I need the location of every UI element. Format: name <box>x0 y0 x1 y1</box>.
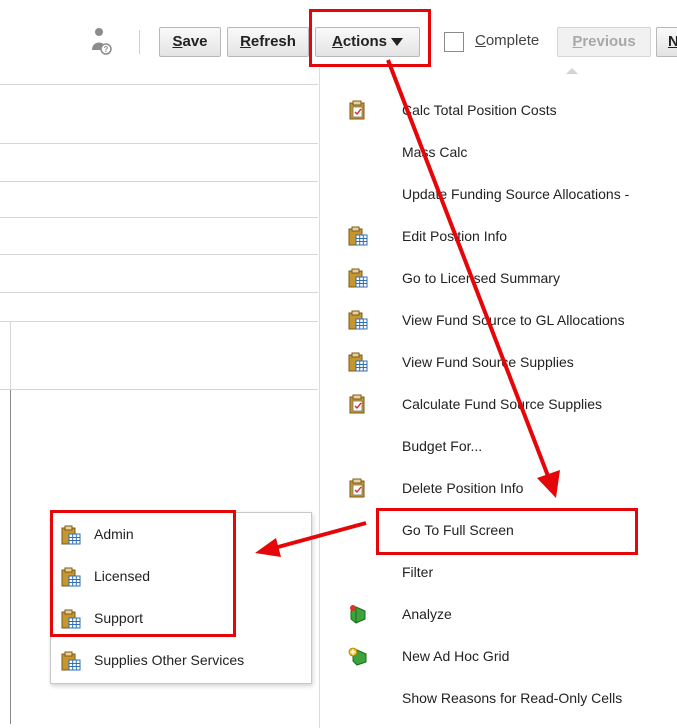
menu-item-label: Analyze <box>402 606 452 622</box>
annotation-box-full-screen <box>376 508 638 555</box>
menu-item-label: Delete Position Info <box>402 480 524 496</box>
complete-checkbox[interactable] <box>444 32 464 52</box>
refresh-label: efresh <box>250 33 296 50</box>
panel-border <box>10 322 11 390</box>
menu-item-label: Mass Calc <box>402 144 468 160</box>
menu-item-delete-position-info[interactable]: Delete Position Info <box>320 467 677 509</box>
annotation-box-submenu <box>50 510 236 637</box>
menu-item-filter[interactable]: Filter <box>320 551 677 593</box>
complete-label-rest: omplete <box>485 32 540 49</box>
annotation-box-actions <box>309 9 431 67</box>
svg-text:?: ? <box>104 45 109 54</box>
calc-rule-icon <box>348 100 368 120</box>
menu-item-calculate-fund-source-supplies[interactable]: Calculate Fund Source Supplies <box>320 383 677 425</box>
menu-item-show-reasons-for-read-only-cells[interactable]: Show Reasons for Read-Only Cells <box>320 677 677 719</box>
refresh-button[interactable]: Refresh <box>227 27 309 57</box>
menu-item-label: Calc Total Position Costs <box>402 102 557 118</box>
menu-item-edit-position-info[interactable]: Edit Position Info <box>320 215 677 257</box>
menu-item-label: Go to Licensed Summary <box>402 270 560 286</box>
menu-item-label: View Fund Source to GL Allocations <box>402 312 625 328</box>
panel-divider <box>0 84 318 85</box>
menu-item-label: Supplies Other Services <box>94 652 245 668</box>
previous-button[interactable]: Previous <box>557 27 651 57</box>
panel-divider <box>0 143 318 144</box>
menu-item-label: View Fund Source Supplies <box>402 354 574 370</box>
refresh-accesskey: R <box>240 33 251 50</box>
panel-border <box>10 390 11 724</box>
save-accesskey: S <box>172 33 183 50</box>
form-icon <box>61 651 81 671</box>
panel-divider <box>0 321 318 322</box>
menu-item-new-ad-hoc-grid[interactable]: New Ad Hoc Grid <box>320 635 677 677</box>
calc-rule-icon <box>348 478 368 498</box>
calc-rule-icon <box>348 394 368 414</box>
menu-item-analyze[interactable]: Analyze <box>320 593 677 635</box>
panel-divider <box>0 217 318 218</box>
menu-item-label: Show Reasons for Read-Only Cells <box>402 690 623 706</box>
menu-item-label: Update Funding Source Allocations - <box>402 186 630 202</box>
menu-item-label: Calculate Fund Source Supplies <box>402 396 603 412</box>
menu-item-mass-calc[interactable]: Mass Calc <box>320 131 677 173</box>
menu-item-view-fund-source-to-gl-allocations[interactable]: View Fund Source to GL Allocations <box>320 299 677 341</box>
previous-label: revious <box>582 33 636 50</box>
menu-item-label: New Ad Hoc Grid <box>402 648 510 664</box>
next-label: N <box>668 33 677 50</box>
scroll-up-icon[interactable] <box>566 68 578 74</box>
panel-divider <box>0 181 318 182</box>
save-button[interactable]: Save <box>159 27 221 57</box>
menu-item-label: Filter <box>402 564 434 580</box>
menu-item-update-funding-source-allocations[interactable]: Update Funding Source Allocations - <box>320 173 677 215</box>
complete-accesskey: C <box>475 32 486 49</box>
menu-item-calc-total-position-costs[interactable]: Calc Total Position Costs <box>320 89 677 131</box>
menu-item-label: Budget For... <box>402 438 483 454</box>
next-button[interactable]: N <box>656 27 677 57</box>
previous-accesskey: P <box>572 33 583 50</box>
panel-divider <box>0 254 318 255</box>
complete-label[interactable]: Complete <box>475 32 539 49</box>
menu-item-budget-for[interactable]: Budget For... <box>320 425 677 467</box>
menu-item-view-fund-source-supplies[interactable]: View Fund Source Supplies <box>320 341 677 383</box>
form-icon <box>348 268 368 288</box>
form-icon <box>348 352 368 372</box>
panel-divider <box>0 389 318 390</box>
form-icon <box>348 226 368 246</box>
menu-item-label: Edit Position Info <box>402 228 508 244</box>
panel-divider <box>0 292 318 293</box>
analyze-icon <box>348 604 368 624</box>
save-label: ave <box>182 33 208 50</box>
user-status-icon[interactable]: ? <box>90 26 112 56</box>
menu-item-supplies-other-services[interactable]: Supplies Other Services <box>51 639 306 681</box>
ad-hoc-grid-icon <box>348 646 368 666</box>
form-icon <box>348 310 368 330</box>
menu-item-go-to-licensed-summary[interactable]: Go to Licensed Summary <box>320 257 677 299</box>
toolbar-separator <box>139 30 140 54</box>
